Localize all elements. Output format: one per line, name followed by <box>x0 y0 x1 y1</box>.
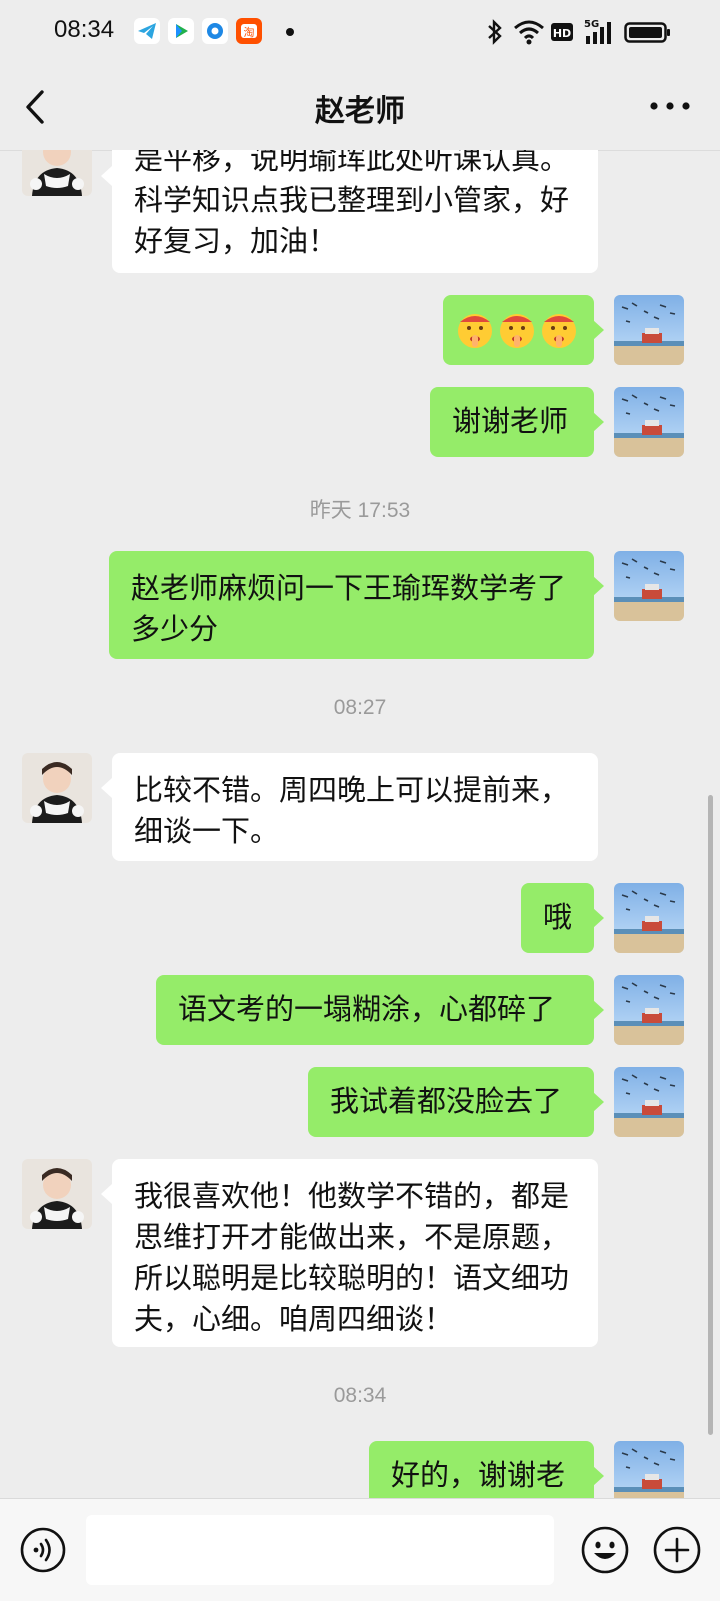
message-bubble-outgoing[interactable]: 哦 <box>521 883 594 953</box>
svg-text:HD: HD <box>553 27 571 40</box>
my-avatar[interactable] <box>614 1441 684 1498</box>
plus-icon[interactable] <box>652 1525 702 1575</box>
scrollbar[interactable] <box>708 795 713 1435</box>
message-input[interactable] <box>86 1515 554 1585</box>
message-bubble-incoming[interactable]: 我很喜欢他！他数学不错的，都是 思维打开才能做出来，不是原题， 所以聪明是比较聪… <box>112 1159 598 1347</box>
timestamp: 08:34 <box>333 1384 387 1407</box>
shush-emoji-icon <box>458 314 492 348</box>
status-bar: 08:34 淘 HD 5G <box>0 0 720 64</box>
voice-icon[interactable] <box>20 1527 66 1573</box>
message-bubble-outgoing[interactable]: 好的，谢谢老 <box>369 1441 594 1498</box>
message-text: 比较不错。周四晚上可以提前来， 细谈一下。 <box>134 773 570 848</box>
emoji-message <box>453 305 585 366</box>
teacher-avatar[interactable] <box>22 150 92 196</box>
wifi-icon <box>512 16 546 48</box>
my-avatar[interactable] <box>614 975 684 1045</box>
svg-text:淘: 淘 <box>244 26 255 39</box>
chat-header: 赵老师 <box>0 64 720 151</box>
message-bubble-outgoing[interactable] <box>443 295 594 365</box>
hd-icon: HD <box>550 16 574 48</box>
chat-messages[interactable]: 是平移，说明瑜珲此处听课认真。 科学知识点我已整理到小管家，好 好复习，加油！ <box>0 150 720 1498</box>
status-time: 08:34 <box>54 16 115 43</box>
page-title: 赵老师 <box>315 94 405 129</box>
my-avatar[interactable] <box>614 551 684 621</box>
message-text: 谢谢老师 <box>452 404 569 438</box>
message-bubble-outgoing[interactable]: 谢谢老师 <box>430 387 594 457</box>
teacher-avatar[interactable] <box>22 1159 92 1229</box>
more-dots-icon[interactable] <box>644 88 696 124</box>
my-avatar[interactable] <box>614 295 684 365</box>
teacher-avatar[interactable] <box>22 753 92 823</box>
video-app-icon <box>168 18 194 44</box>
my-avatar[interactable] <box>614 883 684 953</box>
input-bar <box>0 1498 720 1601</box>
message-text: 是平移，说明瑜珲此处听课认真。 科学知识点我已整理到小管家，好 好复习，加油！ <box>134 150 570 258</box>
message-bubble-incoming[interactable]: 是平移，说明瑜珲此处听课认真。 科学知识点我已整理到小管家，好 好复习，加油！ <box>112 150 598 273</box>
message-text: 语文考的一塌糊涂，心都碎了 <box>178 992 556 1026</box>
my-avatar[interactable] <box>614 387 684 457</box>
message-text: 哦 <box>543 900 573 934</box>
message-bubble-outgoing[interactable]: 我试着都没脸去了 <box>308 1067 594 1137</box>
message-text: 我很喜欢他！他数学不错的，都是 思维打开才能做出来，不是原题， 所以聪明是比较聪… <box>134 1179 570 1336</box>
svg-text:5G: 5G <box>584 19 599 30</box>
message-text: 我试着都没脸去了 <box>330 1084 563 1118</box>
message-bubble-outgoing[interactable]: 赵老师麻烦问一下王瑜珲数学考了 多少分 <box>109 551 594 659</box>
telegram-icon <box>134 18 160 44</box>
message-text: 好的，谢谢老 <box>391 1458 566 1492</box>
timestamp: 08:27 <box>333 696 387 719</box>
dot-icon <box>286 28 294 36</box>
timestamp: 昨天 17:53 <box>309 499 411 522</box>
battery-icon <box>624 16 672 48</box>
emoji-icon[interactable] <box>580 1525 630 1575</box>
my-avatar[interactable] <box>614 1067 684 1137</box>
message-bubble-incoming[interactable]: 比较不错。周四晚上可以提前来， 细谈一下。 <box>112 753 598 861</box>
message-bubble-outgoing[interactable]: 语文考的一塌糊涂，心都碎了 <box>156 975 594 1045</box>
qq-browser-icon <box>202 18 228 44</box>
signal-5g-icon: 5G <box>582 16 616 48</box>
bluetooth-icon <box>484 16 506 48</box>
message-text: 赵老师麻烦问一下王瑜珲数学考了 多少分 <box>131 571 567 646</box>
taobao-icon: 淘 <box>236 18 262 44</box>
